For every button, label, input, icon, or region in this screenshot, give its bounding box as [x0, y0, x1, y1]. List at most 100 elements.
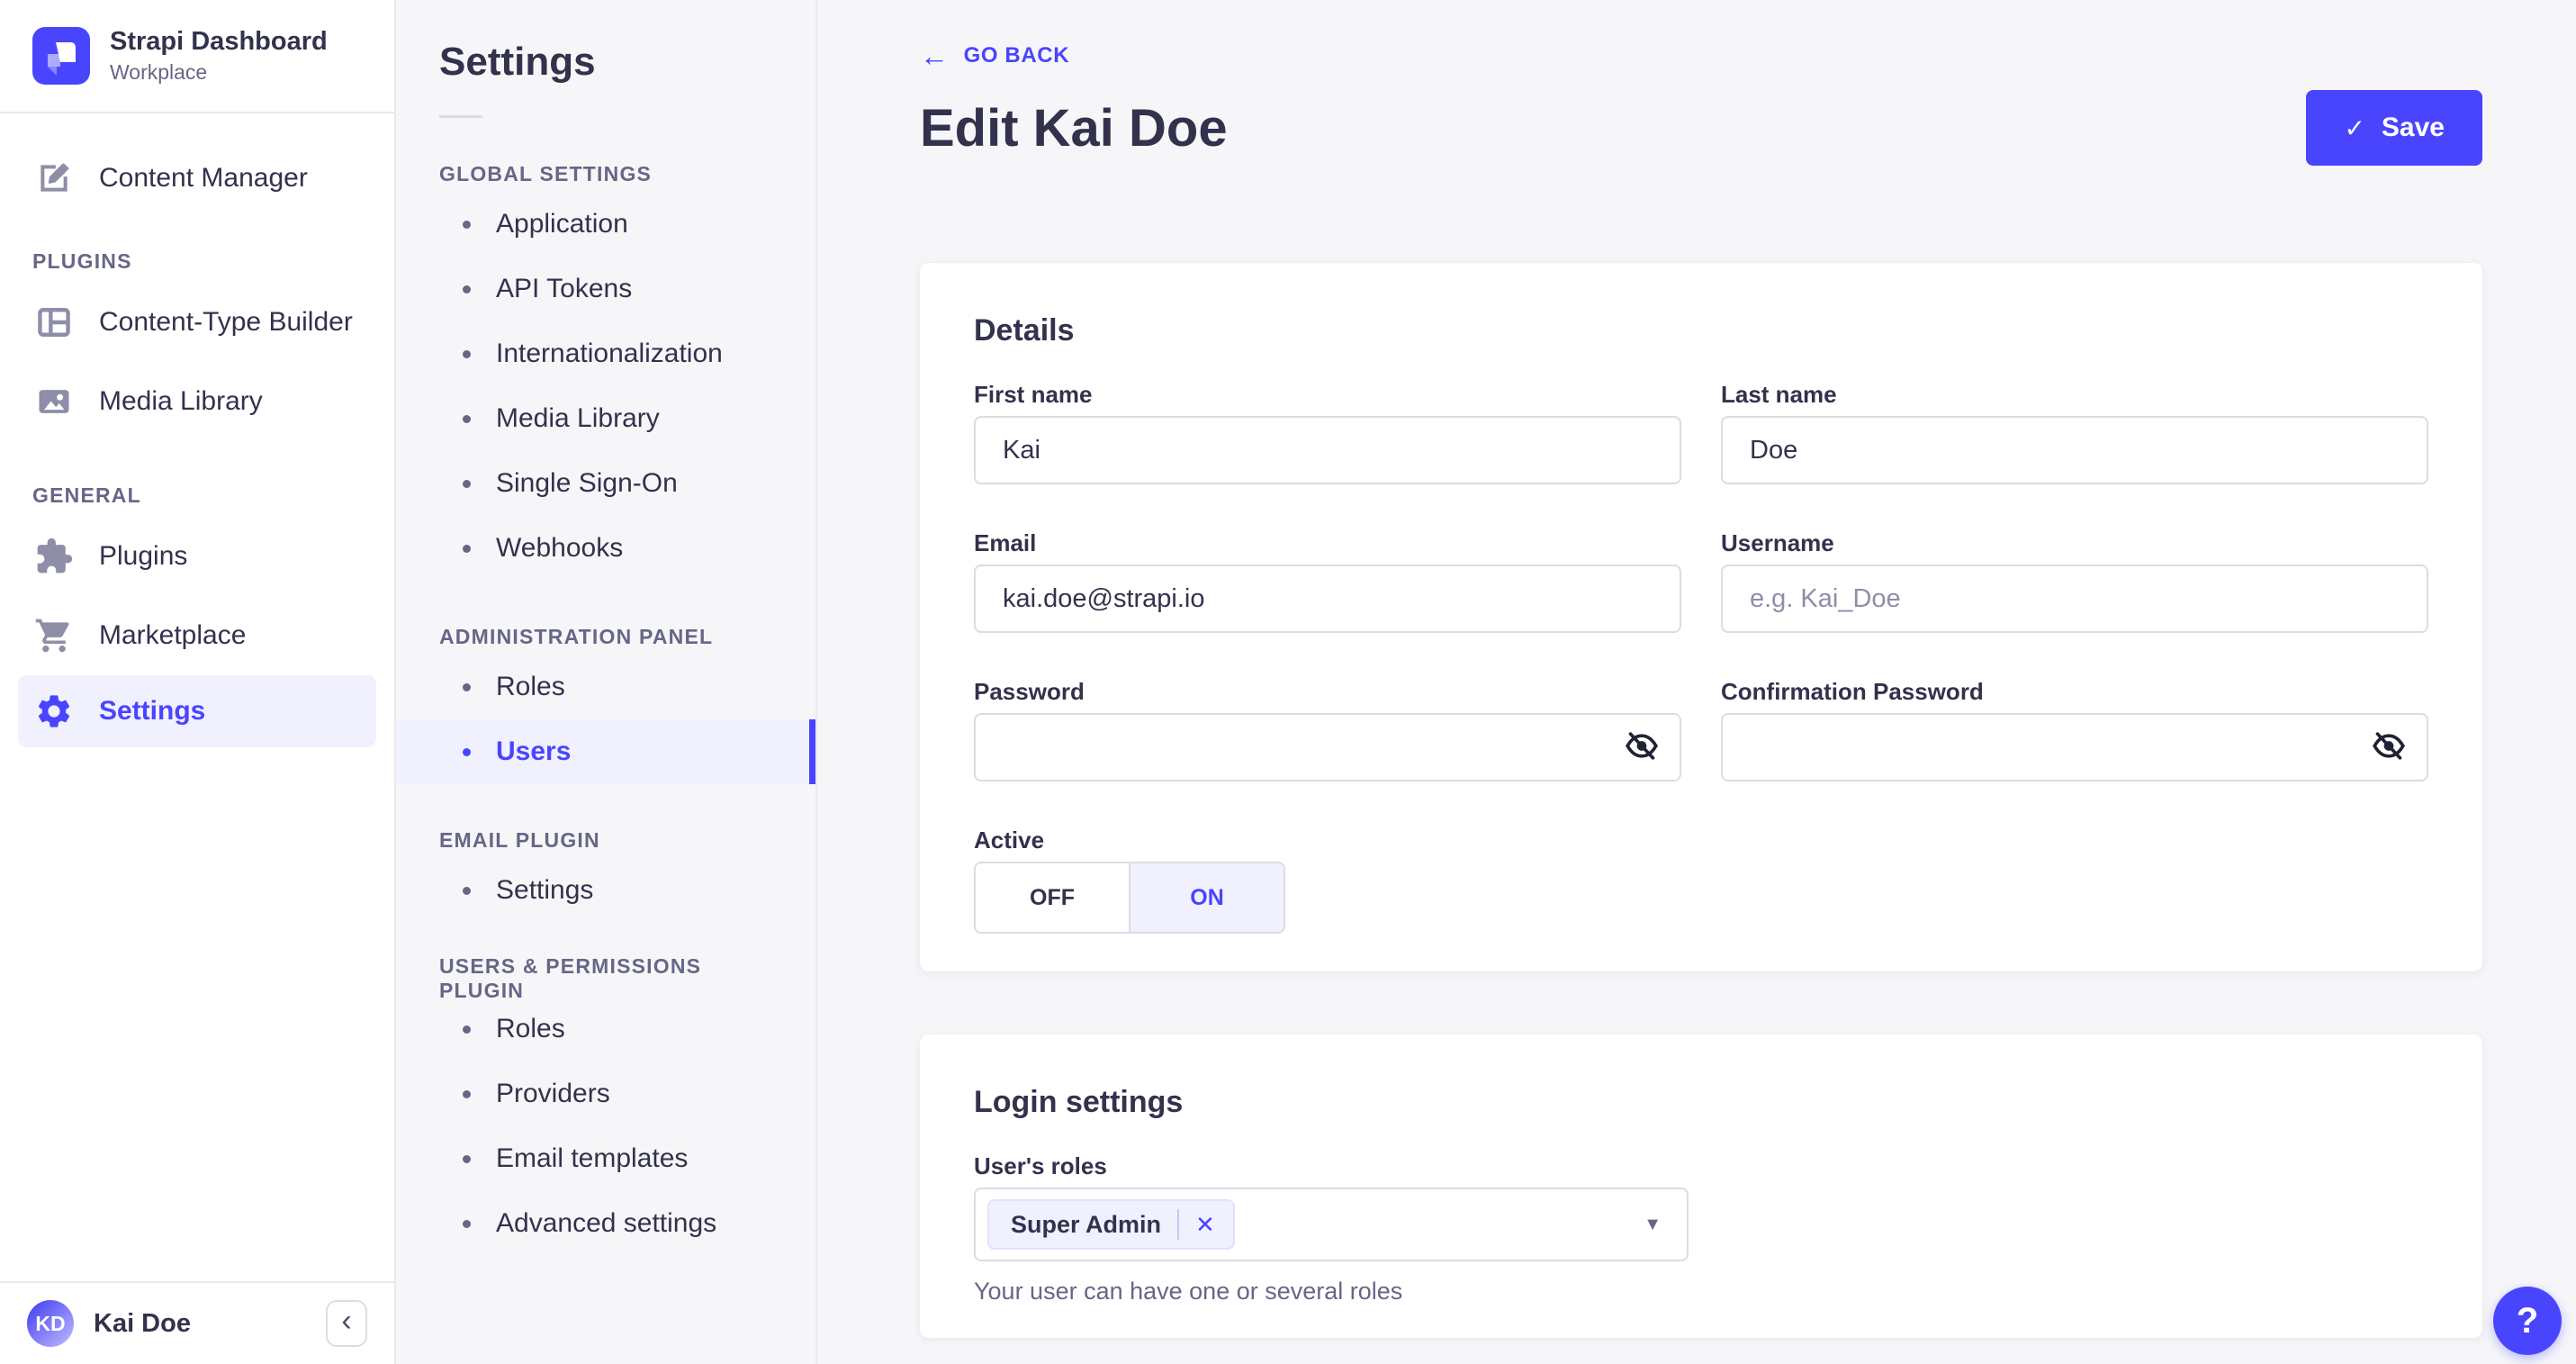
bullet-icon: [463, 414, 471, 423]
email-label: Email: [974, 529, 1037, 556]
first-name-label: First name: [974, 381, 1093, 408]
chevron-left-icon: ‹: [341, 1304, 352, 1338]
section-email-plugin: EMAIL PLUGIN: [439, 827, 600, 852]
bullet-icon: [463, 479, 471, 488]
section-users-permissions-plugin: USERS & PERMISSIONS PLUGIN: [439, 954, 702, 1002]
settings-item-label: Settings: [496, 875, 594, 905]
password-field-group: Password: [974, 678, 1681, 781]
sidebar-item-media-library[interactable]: Media Library: [0, 362, 394, 441]
settings-item-webhooks[interactable]: Webhooks: [396, 516, 815, 581]
users-roles-select[interactable]: Super Admin ✕ ▼: [974, 1188, 1689, 1261]
email-input[interactable]: [974, 565, 1681, 633]
settings-item-label: Internationalization: [496, 339, 723, 368]
sidebar-item-content-manager[interactable]: Content Manager: [0, 139, 394, 218]
first-name-input[interactable]: [974, 416, 1681, 484]
login-settings-card: Login settings User's roles Super Admin …: [920, 1034, 2482, 1338]
last-name-field-group: Last name: [1721, 381, 2428, 484]
settings-item-label: Webhooks: [496, 533, 624, 563]
remove-role-button[interactable]: ✕: [1195, 1213, 1233, 1236]
bullet-icon: [463, 682, 471, 691]
role-tag: Super Admin ✕: [987, 1199, 1235, 1250]
save-label: Save: [2381, 113, 2445, 142]
settings-item-media-library[interactable]: Media Library: [396, 386, 815, 451]
sidebar-section-general: GENERAL: [32, 483, 141, 507]
roles-hint-text: Your user can have one or several roles: [974, 1278, 1403, 1305]
sidebar-item-marketplace[interactable]: Marketplace: [0, 596, 394, 675]
confirmation-password-input[interactable]: [1721, 713, 2428, 781]
users-roles-label: User's roles: [974, 1152, 1107, 1179]
feather-pen-icon: [32, 158, 76, 198]
details-heading: Details: [974, 313, 1075, 348]
user-name: Kai Doe: [94, 1308, 191, 1338]
settings-item-up-roles[interactable]: Roles: [396, 997, 815, 1061]
last-name-input[interactable]: [1721, 416, 2428, 484]
settings-sidebar: Settings GLOBAL SETTINGS Application API…: [396, 0, 817, 1364]
settings-item-label: API Tokens: [496, 274, 633, 303]
puzzle-icon: [32, 537, 76, 576]
settings-sidebar-title: Settings: [439, 40, 596, 84]
workspace-subtitle: Workplace: [110, 60, 208, 84]
bullet-icon: [463, 1219, 471, 1228]
details-card: Details First name Last name Email: [920, 263, 2482, 971]
settings-item-providers[interactable]: Providers: [396, 1061, 815, 1126]
divider: [439, 115, 482, 118]
toggle-confirmation-password-visibility-button[interactable]: [2371, 728, 2407, 767]
workspace-title: Strapi Dashboard: [110, 27, 328, 56]
bullet-icon: [463, 1154, 471, 1163]
sidebar-item-label: Media Library: [99, 386, 263, 416]
bullet-icon: [463, 285, 471, 294]
sidebar-item-plugins[interactable]: Plugins: [0, 517, 394, 596]
toggle-on-option[interactable]: ON: [1130, 863, 1283, 932]
password-input[interactable]: [974, 713, 1681, 781]
bullet-icon: [463, 747, 471, 756]
sidebar-item-label: Plugins: [99, 541, 188, 571]
collapse-sidebar-button[interactable]: ‹: [326, 1300, 367, 1347]
username-input[interactable]: [1721, 565, 2428, 633]
settings-item-admin-roles[interactable]: Roles: [396, 655, 815, 719]
toggle-password-visibility-button[interactable]: [1624, 728, 1660, 767]
active-field-group: Active OFF ON: [974, 827, 2428, 934]
settings-item-api-tokens[interactable]: API Tokens: [396, 257, 815, 321]
settings-item-label: Roles: [496, 672, 565, 701]
settings-item-label: Providers: [496, 1079, 610, 1108]
confirmation-password-label: Confirmation Password: [1721, 678, 1984, 705]
help-button[interactable]: ?: [2493, 1287, 2562, 1355]
check-icon: ✓: [2344, 113, 2365, 142]
section-administration-panel: ADMINISTRATION PANEL: [439, 624, 714, 648]
active-label: Active: [974, 827, 1045, 854]
gear-icon: [32, 691, 76, 731]
sidebar-section-plugins: PLUGINS: [32, 248, 132, 273]
confirmation-password-field-group: Confirmation Password: [1721, 678, 2428, 781]
save-button[interactable]: ✓ Save: [2306, 90, 2482, 166]
settings-item-label: Single Sign-On: [496, 468, 678, 498]
settings-item-advanced-settings[interactable]: Advanced settings: [396, 1191, 815, 1256]
sidebar-item-label: Content Manager: [99, 163, 308, 193]
login-settings-heading: Login settings: [974, 1085, 1184, 1119]
settings-item-admin-users[interactable]: Users: [396, 719, 815, 784]
go-back-label: GO BACK: [963, 43, 1070, 68]
bullet-icon: [463, 544, 471, 553]
avatar: KD: [27, 1300, 74, 1347]
role-tag-label: Super Admin: [1011, 1210, 1162, 1238]
primary-sidebar: Strapi Dashboard Workplace Content Manag…: [0, 0, 396, 1364]
settings-item-email-settings[interactable]: Settings: [396, 858, 815, 923]
go-back-link[interactable]: ← GO BACK: [920, 41, 1069, 70]
picture-icon: [32, 382, 76, 421]
workspace-brand: Strapi Dashboard Workplace: [0, 0, 394, 113]
settings-item-single-sign-on[interactable]: Single Sign-On: [396, 451, 815, 516]
username-label: Username: [1721, 529, 1834, 556]
primary-nav: Content Manager PLUGINS Content-Type Bui…: [0, 113, 394, 1281]
username-field-group: Username: [1721, 529, 2428, 633]
sidebar-item-content-type-builder[interactable]: Content-Type Builder: [0, 283, 394, 362]
sidebar-item-label: Marketplace: [99, 620, 247, 650]
sidebar-item-settings[interactable]: Settings: [18, 675, 376, 747]
settings-item-email-templates[interactable]: Email templates: [396, 1126, 815, 1191]
sidebar-item-label: Settings: [99, 696, 206, 726]
settings-item-label: Roles: [496, 1014, 565, 1043]
close-icon: ✕: [1195, 1211, 1215, 1238]
settings-item-application[interactable]: Application: [396, 192, 815, 257]
toggle-off-option[interactable]: OFF: [976, 863, 1130, 932]
bullet-icon: [463, 1089, 471, 1098]
section-global-settings: GLOBAL SETTINGS: [439, 161, 653, 185]
settings-item-internationalization[interactable]: Internationalization: [396, 321, 815, 386]
